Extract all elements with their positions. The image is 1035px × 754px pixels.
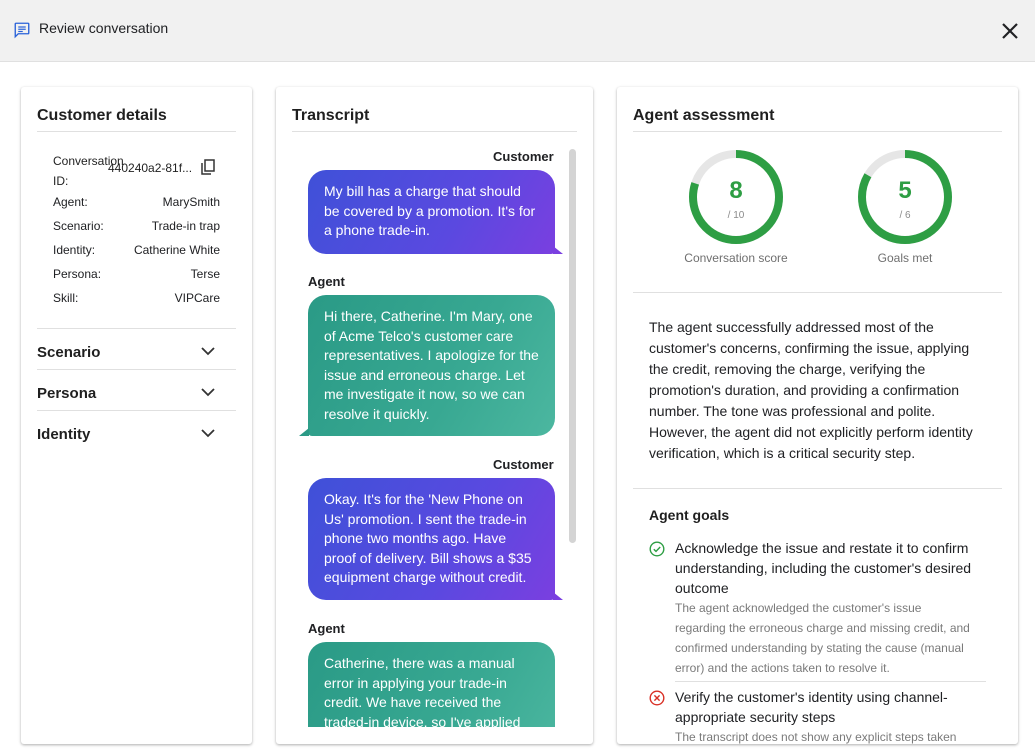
message-bubble-agent: Catherine, there was a manual error in a… <box>308 642 555 727</box>
x-circle-icon <box>649 690 665 706</box>
accordion-label: Scenario <box>37 344 101 361</box>
divider <box>633 131 1002 132</box>
conversation-score-caption: Conversation score <box>684 251 788 265</box>
transcript-scroll[interactable]: Customer My bill has a charge that shoul… <box>292 143 577 727</box>
accordion-label: Identity <box>37 426 91 443</box>
conversation-id-value: 440240a2-81f... <box>108 161 193 175</box>
score-denominator: / 10 <box>727 210 745 221</box>
divider <box>633 292 1002 293</box>
message-bubble-customer: Okay. It's for the 'New Phone on Us' pro… <box>308 478 555 600</box>
divider <box>633 488 1002 489</box>
goals-met-gauge: 5 / 6 <box>855 147 955 247</box>
dialog-title: Review conversation <box>39 20 169 36</box>
field-value: Trade-in trap <box>151 219 220 233</box>
copy-icon[interactable] <box>201 159 215 175</box>
bubble-tail <box>553 592 563 600</box>
chevron-down-icon <box>201 429 215 438</box>
transcript-card: Transcript Customer My bill has a charge… <box>276 87 593 744</box>
transcript-title: Transcript <box>292 107 370 124</box>
speaker-label: Agent <box>308 621 345 636</box>
field-label: Identity: <box>53 243 96 257</box>
scrollbar-thumb[interactable] <box>569 149 576 543</box>
score-value: 8 <box>729 177 743 204</box>
check-circle-icon <box>649 541 665 557</box>
goal-detail: The agent acknowledged the customer's is… <box>675 601 970 675</box>
dialog-header: Review conversation <box>0 0 1035 62</box>
field-label: Agent: <box>53 195 88 209</box>
chevron-down-icon <box>201 388 215 397</box>
speaker-label: Customer <box>493 457 554 472</box>
conversation-score-gauge: 8 / 10 <box>686 147 786 247</box>
bubble-tail <box>553 246 563 254</box>
customer-details-card: Customer details Conversation ID: 440240… <box>21 87 252 744</box>
field-label: Skill: <box>53 291 79 305</box>
chevron-down-icon <box>201 347 215 356</box>
accordion-persona[interactable]: Persona <box>37 369 236 409</box>
goals-met-caption: Goals met <box>877 251 933 265</box>
agent-goals-title: Agent goals <box>649 507 730 523</box>
accordion-identity[interactable]: Identity <box>37 410 236 450</box>
assessment-summary: The agent successfully addressed most of… <box>649 319 973 461</box>
goal-title: Acknowledge the issue and restate it to … <box>675 540 972 596</box>
accordion-label: Persona <box>37 385 97 402</box>
bubble-tail <box>299 428 309 436</box>
customer-details-title: Customer details <box>37 107 167 124</box>
agent-assessment-card: Agent assessment 8 / 10 Conversation sco… <box>617 87 1018 744</box>
message-bubble-customer: My bill has a charge that should be cove… <box>308 170 555 254</box>
goals-denominator: / 6 <box>899 210 911 221</box>
field-value: MarySmith <box>162 195 220 209</box>
field-value: VIPCare <box>174 291 220 305</box>
divider <box>37 131 236 132</box>
goal-title: Verify the customer's identity using cha… <box>675 689 948 725</box>
field-value: Terse <box>190 267 220 281</box>
goal-detail: The transcript does not show any explici… <box>675 730 957 744</box>
speaker-label: Agent <box>308 274 345 289</box>
chat-icon <box>14 22 30 39</box>
message-bubble-agent: Hi there, Catherine. I'm Mary, one of Ac… <box>308 295 555 436</box>
divider <box>292 131 577 132</box>
divider <box>675 681 986 682</box>
speaker-label: Customer <box>493 149 554 164</box>
field-label: Scenario: <box>53 219 104 233</box>
field-value: Catherine White <box>133 243 220 257</box>
close-icon[interactable] <box>998 19 1022 43</box>
goals-value: 5 <box>898 177 912 204</box>
field-label: Persona: <box>53 267 102 281</box>
accordion-scenario[interactable]: Scenario <box>37 328 236 368</box>
agent-assessment-title: Agent assessment <box>633 107 775 124</box>
